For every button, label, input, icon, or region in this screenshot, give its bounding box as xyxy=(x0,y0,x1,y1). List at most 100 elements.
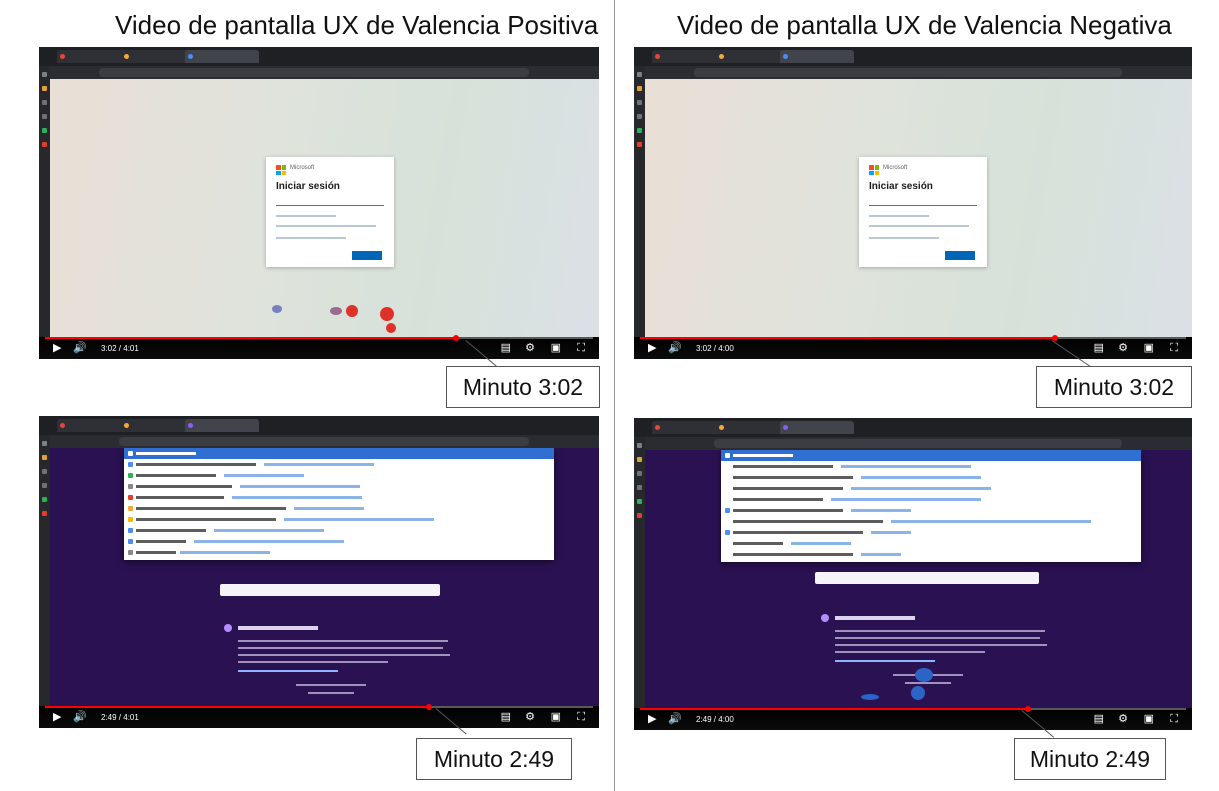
browser-url-bar[interactable] xyxy=(39,66,599,79)
list-item[interactable] xyxy=(721,549,1141,560)
address-suggestions-dropdown[interactable] xyxy=(124,448,554,560)
miniplayer-icon[interactable]: ▣ xyxy=(1144,343,1154,354)
subtitles-icon[interactable]: ▤ xyxy=(1094,714,1104,725)
list-item[interactable] xyxy=(124,514,554,525)
progress-fill xyxy=(640,708,1028,710)
browser-tab[interactable] xyxy=(716,421,786,434)
progress-knob[interactable] xyxy=(1024,706,1031,712)
list-item[interactable] xyxy=(124,503,554,514)
progress-fill xyxy=(45,706,429,708)
browser-tab[interactable] xyxy=(121,419,191,432)
progress-bar[interactable] xyxy=(640,335,1186,341)
time-display: 3:02 / 4:00 xyxy=(696,344,734,353)
miniplayer-icon[interactable]: ▣ xyxy=(551,712,561,723)
browser-tab-active[interactable] xyxy=(780,50,854,63)
subtitles-icon[interactable]: ▤ xyxy=(1094,343,1104,354)
list-item[interactable] xyxy=(124,536,554,547)
progress-bar[interactable] xyxy=(45,704,593,710)
browser-url-bar[interactable] xyxy=(634,437,1192,450)
volume-icon[interactable]: 🔊 xyxy=(668,343,682,354)
progress-bar[interactable] xyxy=(640,706,1186,712)
browser-tab[interactable] xyxy=(121,50,191,63)
browser-tab[interactable] xyxy=(652,50,722,63)
gear-icon[interactable]: ⚙ xyxy=(525,343,535,354)
click-marker xyxy=(911,686,925,700)
subtitles-icon[interactable]: ▤ xyxy=(501,712,511,723)
list-item[interactable] xyxy=(721,494,1141,505)
volume-icon[interactable]: 🔊 xyxy=(73,712,87,723)
video-controls: ▶ 🔊 2:49 / 4:01 ▤ ⚙ ▣ ⛶ xyxy=(39,704,599,728)
browser-tab-active[interactable] xyxy=(185,419,259,432)
login-page: Microsoft Iniciar sesión xyxy=(645,79,1192,337)
browser-tab[interactable] xyxy=(57,419,127,432)
miniplayer-icon[interactable]: ▣ xyxy=(1144,714,1154,725)
play-icon[interactable]: ▶ xyxy=(648,343,656,354)
volume-icon[interactable]: 🔊 xyxy=(73,343,87,354)
play-icon[interactable]: ▶ xyxy=(53,343,61,354)
progress-knob[interactable] xyxy=(425,704,432,710)
video-player-negative-top[interactable]: Microsoft Iniciar sesión ▶ 🔊 3:02 / 4:00… xyxy=(634,47,1192,359)
gear-icon[interactable]: ⚙ xyxy=(1118,343,1128,354)
list-item[interactable] xyxy=(124,547,554,558)
microsoft-logo-icon xyxy=(869,165,879,175)
play-icon[interactable]: ▶ xyxy=(648,714,656,725)
video-player-positive-top[interactable]: Microsoft Iniciar sesión ▶ 🔊 3:02 / 4:01… xyxy=(39,47,599,359)
gear-icon[interactable]: ⚙ xyxy=(1118,714,1128,725)
list-item[interactable] xyxy=(721,450,1141,461)
list-item[interactable] xyxy=(124,525,554,536)
list-item[interactable] xyxy=(124,459,554,470)
video-controls: ▶ 🔊 3:02 / 4:00 ▤ ⚙ ▣ ⛶ xyxy=(634,335,1192,359)
progress-knob[interactable] xyxy=(453,335,459,341)
browser-tab[interactable] xyxy=(652,421,722,434)
list-item[interactable] xyxy=(721,461,1141,472)
browser-tab[interactable] xyxy=(716,50,786,63)
email-field[interactable] xyxy=(276,205,384,206)
left-column-title: Video de pantalla UX de Valencia Positiv… xyxy=(115,10,599,40)
minute-callout: Minuto 3:02 xyxy=(446,366,600,408)
list-item[interactable] xyxy=(124,470,554,481)
list-item[interactable] xyxy=(721,527,1141,538)
browser-tab-active[interactable] xyxy=(185,50,259,63)
email-field[interactable] xyxy=(869,205,977,206)
login-title: Iniciar sesión xyxy=(276,181,340,192)
fullscreen-icon[interactable]: ⛶ xyxy=(577,343,585,354)
miniplayer-icon[interactable]: ▣ xyxy=(551,343,561,354)
fullscreen-icon[interactable]: ⛶ xyxy=(1170,343,1178,354)
login-title: Iniciar sesión xyxy=(869,181,933,192)
click-marker xyxy=(386,323,396,333)
subtitles-icon[interactable]: ▤ xyxy=(501,343,511,354)
list-item[interactable] xyxy=(124,492,554,503)
search-input[interactable] xyxy=(220,584,440,596)
minute-callout: Minuto 2:49 xyxy=(1014,738,1166,780)
play-icon[interactable]: ▶ xyxy=(53,712,61,723)
time-display: 2:49 / 4:01 xyxy=(101,713,139,722)
list-item[interactable] xyxy=(721,505,1141,516)
list-item[interactable] xyxy=(721,516,1141,527)
list-item[interactable] xyxy=(721,483,1141,494)
browser-tab-active[interactable] xyxy=(780,421,854,434)
progress-bar[interactable] xyxy=(45,335,593,341)
fullscreen-icon[interactable]: ⛶ xyxy=(1170,714,1178,725)
search-input[interactable] xyxy=(815,572,1039,584)
video-player-positive-bottom[interactable]: ▶ 🔊 2:49 / 4:01 ▤ ⚙ ▣ ⛶ xyxy=(39,416,599,728)
address-suggestions-dropdown[interactable] xyxy=(721,450,1141,562)
video-controls: ▶ 🔊 2:49 / 4:00 ▤ ⚙ ▣ ⛶ xyxy=(634,706,1192,730)
list-item[interactable] xyxy=(124,448,554,459)
list-item[interactable] xyxy=(721,472,1141,483)
list-item[interactable] xyxy=(124,481,554,492)
browser-tab[interactable] xyxy=(57,50,127,63)
volume-icon[interactable]: 🔊 xyxy=(668,714,682,725)
next-button[interactable] xyxy=(945,251,975,260)
browser-tab-bar xyxy=(634,47,1192,66)
list-item[interactable] xyxy=(721,538,1141,549)
video-player-negative-bottom[interactable]: ▶ 🔊 2:49 / 4:00 ▤ ⚙ ▣ ⛶ xyxy=(634,418,1192,730)
fullscreen-icon[interactable]: ⛶ xyxy=(577,712,585,723)
login-card: Microsoft Iniciar sesión xyxy=(266,157,394,267)
browser-sidebar xyxy=(39,66,50,337)
next-button[interactable] xyxy=(352,251,382,260)
browser-tab-bar xyxy=(634,418,1192,437)
browser-url-bar[interactable] xyxy=(634,66,1192,79)
click-marker xyxy=(380,307,394,321)
gear-icon[interactable]: ⚙ xyxy=(525,712,535,723)
browser-url-bar[interactable] xyxy=(39,435,599,448)
